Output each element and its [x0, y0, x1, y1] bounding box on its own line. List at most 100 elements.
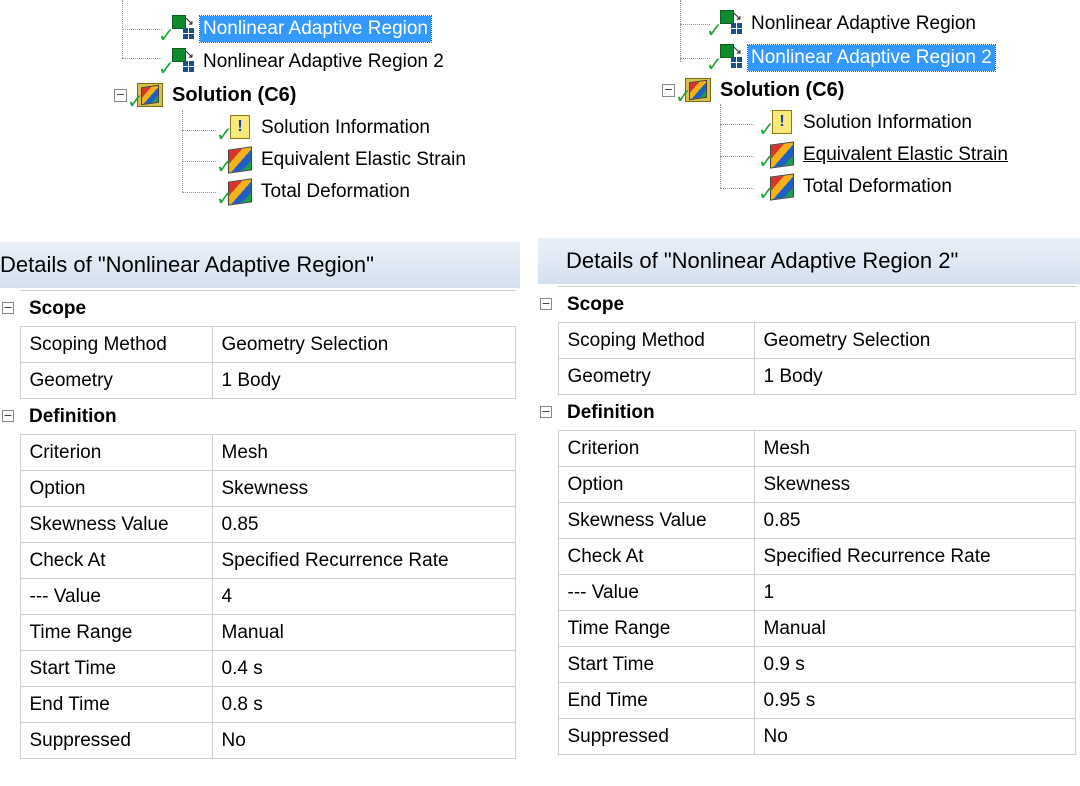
property-row[interactable]: Skewness Value 0.85 [0, 506, 516, 543]
property-row[interactable]: End Time 0.8 s [0, 686, 516, 723]
property-row[interactable]: --- Value 4 [0, 578, 516, 615]
tree-node-equivalent-elastic-strain[interactable]: ✓ Equivalent Elastic Strain [758, 140, 1011, 171]
property-value[interactable]: Geometry Selection [753, 322, 1076, 359]
tree-node-nonlinear-adaptive-region[interactable]: ↘ ✓ Nonlinear Adaptive Region [158, 14, 432, 47]
property-value[interactable]: Specified Recurrence Rate [753, 538, 1076, 575]
tree-node-label: Solution Information [261, 117, 430, 138]
row-gutter [538, 430, 558, 467]
property-value[interactable]: 0.95 s [753, 682, 1076, 719]
row-gutter [538, 718, 558, 755]
property-value[interactable]: 1 Body [211, 362, 516, 399]
property-label: --- Value [557, 574, 755, 611]
tree-node-equivalent-elastic-strain[interactable]: ✓ Equivalent Elastic Strain [216, 145, 469, 176]
property-value[interactable]: No [211, 722, 516, 759]
check-icon: ✓ [675, 84, 692, 108]
details-title: Details of "Nonlinear Adaptive Region 2" [538, 238, 1080, 284]
section-header-definition[interactable]: − Definition [538, 394, 1076, 431]
section-label: Scope [558, 286, 1076, 323]
property-row[interactable]: Option Skewness [0, 470, 516, 507]
collapse-icon[interactable]: − [114, 88, 127, 102]
collapse-icon[interactable]: − [662, 83, 675, 97]
property-row[interactable]: Geometry 1 Body [0, 362, 516, 399]
tree-node-label: Nonlinear Adaptive Region [751, 13, 976, 34]
collapse-icon[interactable]: − [2, 409, 14, 422]
property-row[interactable]: Start Time 0.9 s [538, 646, 1076, 683]
property-value[interactable]: 0.9 s [753, 646, 1076, 683]
tree-node-nonlinear-adaptive-region-2[interactable]: ↘ ✓ Nonlinear Adaptive Region 2 [706, 43, 996, 76]
tree-node-label: Total Deformation [803, 176, 952, 197]
property-row[interactable]: Time Range Manual [0, 614, 516, 651]
check-icon: ✓ [758, 117, 775, 141]
property-row[interactable]: Check At Specified Recurrence Rate [538, 538, 1076, 575]
property-row[interactable]: --- Value 1 [538, 574, 1076, 611]
check-icon: ✓ [127, 89, 144, 113]
property-value[interactable]: No [753, 718, 1076, 755]
property-row[interactable]: Criterion Mesh [538, 430, 1076, 467]
property-value[interactable]: Skewness [753, 466, 1076, 503]
tree-node-nonlinear-adaptive-region-2[interactable]: ↘ ✓ Nonlinear Adaptive Region 2 [158, 47, 447, 78]
check-icon: ✓ [158, 23, 175, 47]
property-value[interactable]: 0.4 s [211, 650, 516, 687]
collapse-icon[interactable]: − [540, 405, 552, 418]
property-value[interactable]: 1 Body [753, 358, 1076, 395]
nonlinear-adaptive-region-icon: ↘ ✓ [706, 43, 743, 76]
section-label: Definition [20, 398, 516, 435]
row-gutter [0, 686, 20, 723]
section-label: Definition [558, 394, 1076, 431]
property-row[interactable]: Time Range Manual [538, 610, 1076, 647]
row-gutter [0, 362, 20, 399]
property-row[interactable]: Scoping Method Geometry Selection [538, 322, 1076, 359]
property-row[interactable]: Skewness Value 0.85 [538, 502, 1076, 539]
check-icon: ✓ [706, 52, 723, 76]
nonlinear-adaptive-region-icon: ↘ ✓ [158, 14, 195, 47]
details-title: Details of "Nonlinear Adaptive Region" [0, 242, 520, 288]
tree-node-nonlinear-adaptive-region[interactable]: ↘ ✓ Nonlinear Adaptive Region [706, 9, 979, 40]
property-row[interactable]: Suppressed No [0, 722, 516, 759]
property-value[interactable]: 4 [211, 578, 516, 615]
property-value[interactable]: Manual [753, 610, 1076, 647]
property-label: --- Value [19, 578, 213, 615]
property-label: Suppressed [19, 722, 213, 759]
property-value[interactable]: Mesh [753, 430, 1076, 467]
property-row[interactable]: Option Skewness [538, 466, 1076, 503]
tree-node-solution-information[interactable]: ! ✓ Solution Information [216, 113, 433, 144]
property-value[interactable]: Mesh [211, 434, 516, 471]
property-row[interactable]: Check At Specified Recurrence Rate [0, 542, 516, 579]
property-label: Option [557, 466, 755, 503]
property-row[interactable]: Geometry 1 Body [538, 358, 1076, 395]
outline-tree: ↘ ✓ Nonlinear Adaptive Region ↘ ✓ Nonlinea… [0, 0, 520, 210]
row-gutter [538, 646, 558, 683]
check-icon: ✓ [158, 56, 175, 80]
property-value[interactable]: Specified Recurrence Rate [211, 542, 516, 579]
tree-node-total-deformation[interactable]: ✓ Total Deformation [758, 172, 955, 203]
row-gutter [0, 722, 20, 759]
details-grid: − Scope Scoping Method Geometry Selection… [538, 286, 1076, 755]
collapse-icon[interactable]: − [540, 297, 552, 310]
tree-node-label: Equivalent Elastic Strain [261, 149, 466, 170]
property-value[interactable]: 0.8 s [211, 686, 516, 723]
property-row[interactable]: End Time 0.95 s [538, 682, 1076, 719]
tree-node-label: Equivalent Elastic Strain [803, 144, 1008, 165]
property-row[interactable]: Criterion Mesh [0, 434, 516, 471]
tree-node-solution-information[interactable]: ! ✓ Solution Information [758, 108, 975, 139]
property-row[interactable]: Start Time 0.4 s [0, 650, 516, 687]
section-header-scope[interactable]: − Scope [538, 286, 1076, 323]
property-value[interactable]: Manual [211, 614, 516, 651]
property-value[interactable]: 1 [753, 574, 1076, 611]
property-value[interactable]: Skewness [211, 470, 516, 507]
property-row[interactable]: Suppressed No [538, 718, 1076, 755]
check-icon: ✓ [216, 154, 233, 178]
property-label: Time Range [19, 614, 213, 651]
property-value[interactable]: Geometry Selection [211, 326, 516, 363]
tree-node-solution[interactable]: − ✓ Solution (C6) [662, 75, 847, 108]
result-icon: ✓ [216, 178, 252, 208]
property-value[interactable]: 0.85 [211, 506, 516, 543]
property-value[interactable]: 0.85 [753, 502, 1076, 539]
property-row[interactable]: Scoping Method Geometry Selection [0, 326, 516, 363]
tree-node-total-deformation[interactable]: ✓ Total Deformation [216, 177, 413, 208]
row-gutter [538, 610, 558, 647]
section-header-definition[interactable]: − Definition [0, 398, 516, 435]
collapse-icon[interactable]: − [2, 301, 14, 314]
tree-node-solution[interactable]: − ✓ Solution (C6) [114, 80, 299, 113]
section-header-scope[interactable]: − Scope [0, 290, 516, 327]
